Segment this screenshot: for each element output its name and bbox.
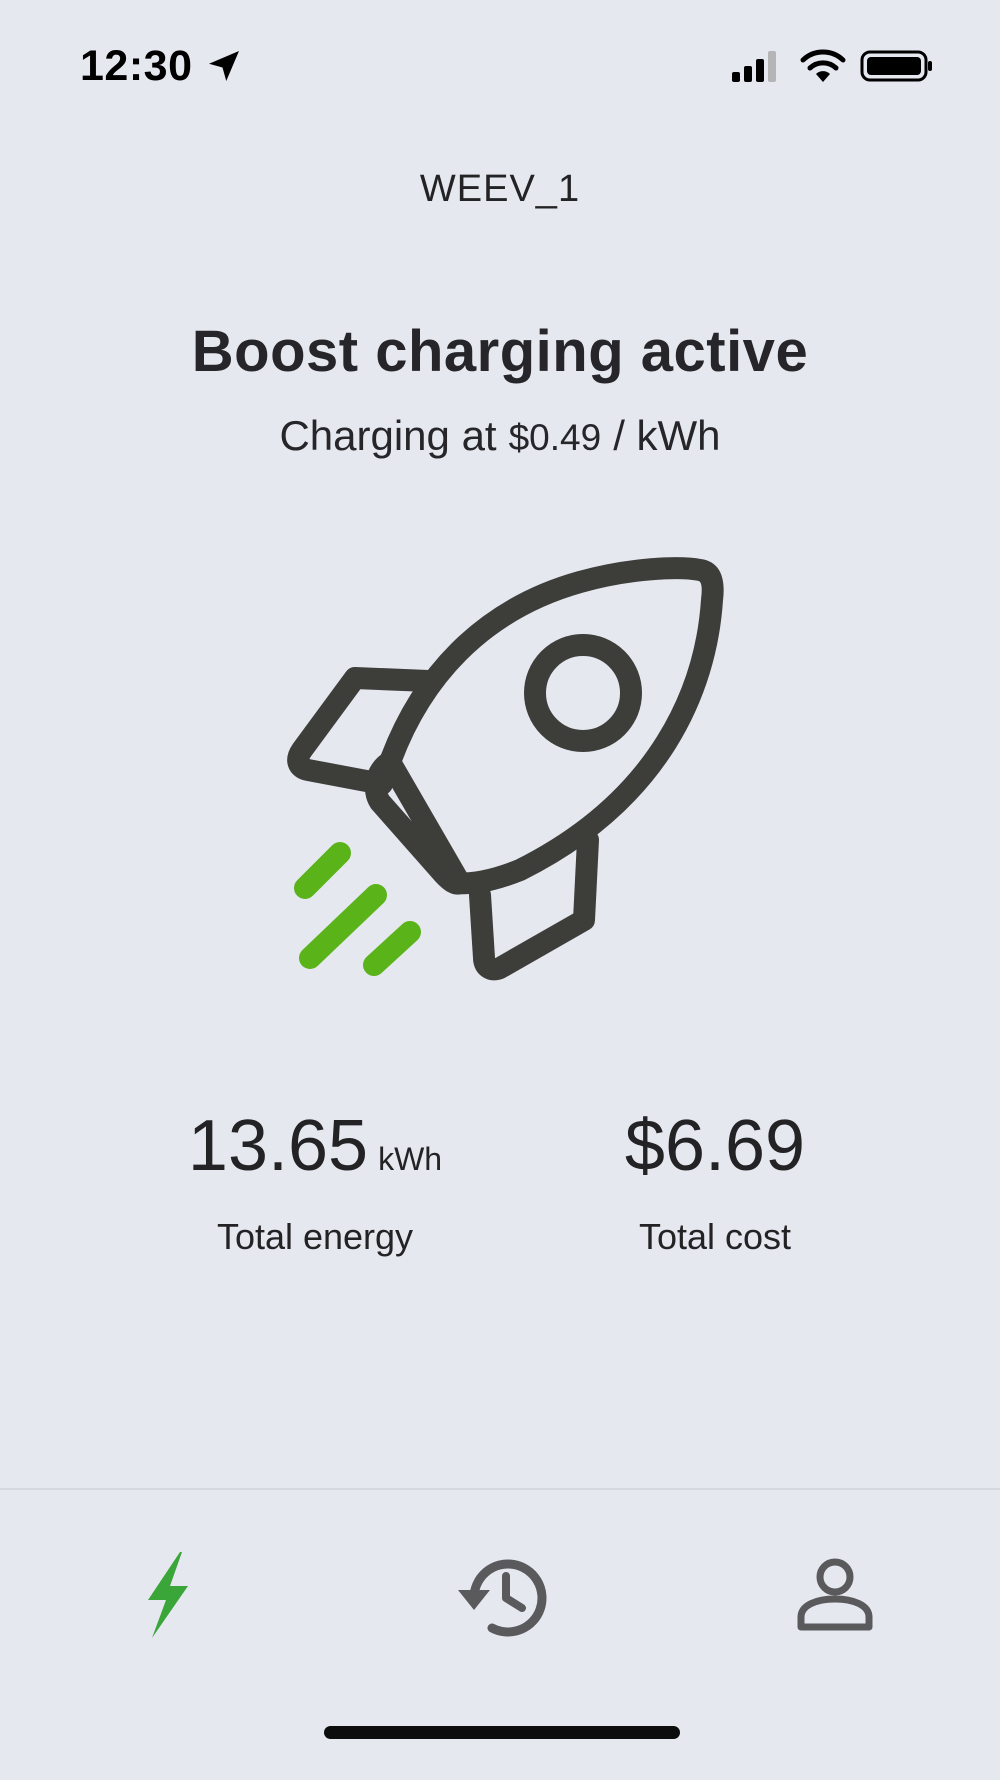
total-cost-stat: $6.69 Total cost <box>515 1110 915 1258</box>
charging-status-title: Boost charging active <box>191 319 809 384</box>
location-arrow-icon <box>209 51 239 81</box>
rate-suffix: / kWh <box>613 412 721 459</box>
home-indicator[interactable] <box>324 1726 680 1739</box>
total-energy-unit: kWh <box>378 1141 443 1177</box>
history-icon <box>458 1559 547 1637</box>
total-energy-value: 13.65 <box>187 1106 369 1186</box>
rocket-icon <box>287 557 724 981</box>
total-energy-label: Total energy <box>216 1216 414 1257</box>
rate-prefix: Charging at <box>279 412 497 459</box>
rate-value: $0.49 <box>508 417 602 458</box>
wifi-icon <box>800 49 846 82</box>
battery-icon <box>860 50 932 82</box>
tab-charging[interactable] <box>113 1540 223 1650</box>
total-cost-value: $6.69 <box>624 1106 806 1186</box>
total-cost-label: Total cost <box>638 1216 792 1257</box>
total-energy-stat: 13.65 kWh Total energy <box>115 1110 515 1258</box>
lightning-icon <box>148 1552 188 1638</box>
charging-rate: Charging at $0.49 / kWh <box>0 412 1000 460</box>
device-name: WEEV_1 <box>419 168 581 210</box>
profile-icon <box>797 1558 873 1631</box>
tab-history[interactable] <box>445 1540 555 1650</box>
tab-profile[interactable] <box>780 1540 890 1650</box>
status-bar: 12:30 <box>0 0 1000 130</box>
cellular-signal-icon <box>732 51 776 82</box>
status-time: 12:30 <box>80 42 193 90</box>
